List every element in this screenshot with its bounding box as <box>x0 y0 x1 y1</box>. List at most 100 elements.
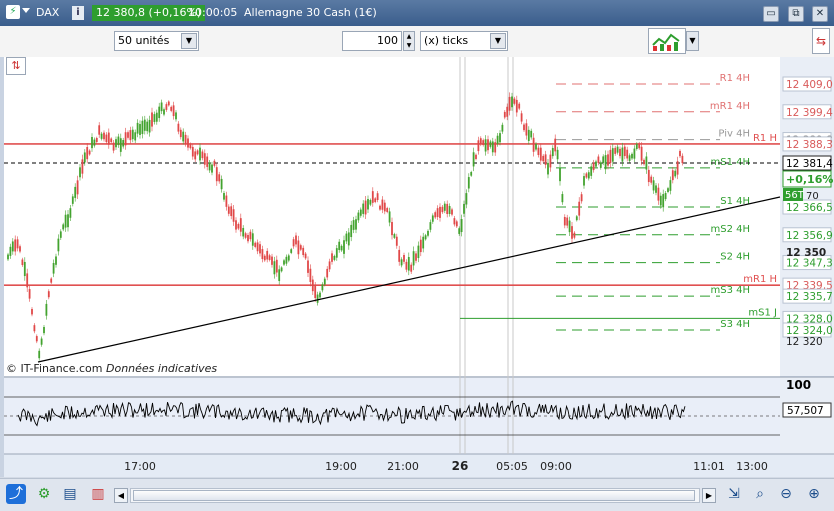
cursor-icon[interactable]: ⇲ <box>724 484 744 504</box>
level-label: mS1 J <box>748 307 777 318</box>
candle <box>98 125 101 135</box>
time-label: 26 <box>452 459 469 473</box>
chart-style-button[interactable] <box>648 28 686 54</box>
candle <box>148 119 151 133</box>
minimize-button[interactable]: ▭ <box>763 6 779 22</box>
candle <box>307 260 309 273</box>
info-icon[interactable]: i <box>72 6 84 20</box>
indicators-icon[interactable]: ⚙ <box>34 484 54 504</box>
table-icon[interactable]: ▤ <box>60 484 80 504</box>
candle <box>26 273 29 288</box>
candle <box>410 264 413 272</box>
candle <box>309 268 312 282</box>
candle <box>532 137 535 152</box>
share-icon[interactable]: ⤴ <box>6 484 26 504</box>
candle <box>182 131 185 142</box>
candle <box>470 172 473 176</box>
candle <box>345 233 348 242</box>
ticks-stepper[interactable]: ▲ ▼ <box>403 31 415 51</box>
level-label: mS3 4H <box>710 285 750 296</box>
chart-app-icon[interactable]: ⚡ <box>6 5 20 19</box>
candle <box>211 164 213 173</box>
ticks-unit-dropdown-icon[interactable]: ▼ <box>490 33 506 49</box>
candle <box>160 102 163 112</box>
candle <box>179 129 182 138</box>
candle <box>333 255 336 260</box>
candle <box>244 233 247 238</box>
candle <box>153 114 156 122</box>
candle <box>573 232 576 238</box>
candle <box>227 206 230 214</box>
candle <box>513 98 516 104</box>
candle <box>59 231 62 238</box>
zoom-box-icon[interactable]: ⌕ <box>750 484 770 504</box>
candle <box>669 180 672 191</box>
candle <box>381 199 384 210</box>
candle <box>539 147 542 161</box>
candle <box>326 268 329 278</box>
axis-tick: 12 320 <box>786 336 823 348</box>
candle <box>369 199 372 205</box>
candle <box>652 180 655 191</box>
candle <box>511 96 513 108</box>
candle <box>628 155 631 161</box>
chart-area[interactable]: R1 4H mR1 4H Piv 4H R1 H mS1 4H S1 4H mS2 4H S2… <box>0 57 834 477</box>
candle <box>91 137 93 149</box>
candle <box>275 259 278 273</box>
candle <box>259 244 261 254</box>
color-bars-icon[interactable]: ▥ <box>88 484 108 504</box>
candle <box>79 167 81 178</box>
candle <box>23 261 26 277</box>
scrollbar-thumb[interactable] <box>133 490 695 501</box>
units-select[interactable]: 50 unités ▼ <box>114 31 199 51</box>
scroll-left-icon[interactable]: ◀ <box>114 488 128 503</box>
candle <box>592 162 595 171</box>
candle <box>52 263 55 274</box>
candle <box>535 143 537 150</box>
chart-style-dropdown-icon[interactable]: ▼ <box>686 31 699 51</box>
candle <box>206 156 209 167</box>
candle <box>187 138 189 148</box>
candle <box>83 152 86 163</box>
horizontal-scrollbar[interactable] <box>130 488 700 503</box>
candle <box>57 238 60 252</box>
candle <box>657 187 660 201</box>
candle <box>95 137 98 142</box>
menu-dropdown-icon[interactable] <box>22 8 30 13</box>
symbol-label[interactable]: DAX <box>36 6 59 19</box>
bottom-toolbar: ⤴ ⚙ ▤ ▥ ◀ ▶ ⇲ ⌕ ⊖ ⊕ <box>0 478 834 511</box>
candle <box>203 153 206 165</box>
candle <box>7 254 9 260</box>
candle <box>482 140 485 146</box>
candle <box>537 147 540 156</box>
ticks-input[interactable]: 100 <box>342 31 402 51</box>
zoom-out-icon[interactable]: ⊖ <box>776 484 796 504</box>
scroll-right-icon[interactable]: ▶ <box>702 488 716 503</box>
candle <box>359 209 362 216</box>
candle <box>477 140 480 152</box>
candle <box>479 138 482 145</box>
price-chart[interactable]: R1 4H mR1 4H Piv 4H R1 H mS1 4H S1 4H mS2 4H S2… <box>0 57 834 477</box>
refresh-icon[interactable]: ⇅ <box>6 57 26 75</box>
candle <box>273 261 276 275</box>
attach-icon[interactable]: ⇆ <box>812 28 830 54</box>
zoom-in-icon[interactable]: ⊕ <box>804 484 824 504</box>
units-dropdown-icon[interactable]: ▼ <box>181 33 197 49</box>
level-label: S3 4H <box>720 319 750 330</box>
candle <box>556 149 559 160</box>
candle <box>508 96 511 111</box>
price-label: 12 409,0 <box>786 79 833 91</box>
time-label: 05:05 <box>496 460 528 473</box>
candle <box>88 150 91 155</box>
candle <box>107 132 110 145</box>
candle <box>220 178 223 190</box>
chart-toolbar: 50 unités ▼ 100 ▲ ▼ (x) ticks ▼ ▼ ⇆ <box>0 26 834 58</box>
close-button[interactable]: ✕ <box>812 6 828 22</box>
restore-button[interactable]: ⧉ <box>788 6 804 22</box>
time-label: 11:01 <box>693 460 725 473</box>
candle <box>194 151 197 160</box>
ticks-unit-select[interactable]: (x) ticks ▼ <box>420 31 508 51</box>
candle <box>542 155 545 162</box>
candle <box>191 146 194 157</box>
candle <box>371 191 374 203</box>
